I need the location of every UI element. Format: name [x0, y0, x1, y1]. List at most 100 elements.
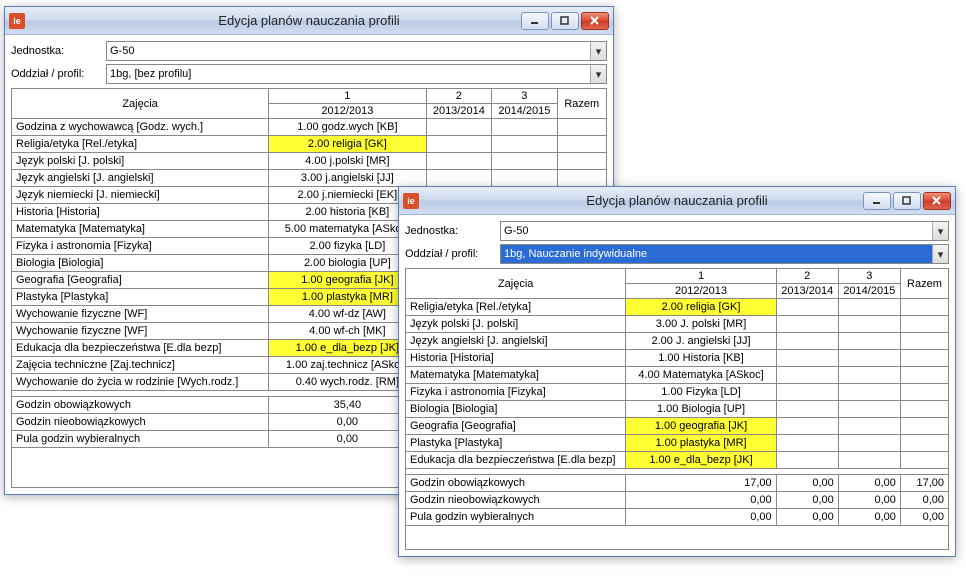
value-cell-year2[interactable] — [776, 333, 838, 350]
value-cell-year2[interactable] — [426, 153, 492, 170]
summary-label: Godzin nieobowiązkowych — [406, 492, 626, 509]
value-cell-year1[interactable]: 1.00 e_dla_bezp [JK] — [626, 452, 776, 469]
value-cell-year1[interactable]: 4.00 Matematyka [ASkoc] — [626, 367, 776, 384]
value-cell-year1[interactable]: 1.00 Fizyka [LD] — [626, 384, 776, 401]
titlebar[interactable]: ie Edycja planów nauczania profili — [399, 187, 955, 215]
value-cell-year3[interactable] — [838, 333, 900, 350]
value-cell-year2[interactable] — [776, 316, 838, 333]
value-cell-year2[interactable] — [776, 384, 838, 401]
col-year1: 1 2012/2013 — [269, 89, 426, 119]
subject-cell: Godzina z wychowawcą [Godz. wych.] — [12, 119, 269, 136]
close-button[interactable] — [581, 12, 609, 30]
value-cell-year3[interactable] — [838, 367, 900, 384]
subject-cell: Wychowanie do życia w rodzinie [Wych.rod… — [12, 374, 269, 391]
table-row[interactable]: Język polski [J. polski]3.00 J. polski [… — [406, 316, 949, 333]
minimize-button[interactable] — [521, 12, 549, 30]
table-row[interactable]: Geografia [Geografia]1.00 geografia [JK] — [406, 418, 949, 435]
table-row[interactable]: Historia [Historia]1.00 Historia [KB] — [406, 350, 949, 367]
value-cell-year2[interactable] — [776, 401, 838, 418]
value-cell-year2[interactable] — [776, 367, 838, 384]
chevron-down-icon: ▾ — [932, 222, 948, 240]
value-cell-year2[interactable] — [776, 350, 838, 367]
table-row[interactable]: Plastyka [Plastyka]1.00 plastyka [MR] — [406, 435, 949, 452]
value-cell-year2[interactable] — [426, 119, 492, 136]
close-button[interactable] — [923, 192, 951, 210]
unit-label: Jednostka: — [11, 45, 106, 57]
value-cell-year1[interactable]: 2.00 religia [GK] — [626, 299, 776, 316]
value-cell-year3[interactable] — [838, 384, 900, 401]
summary-val-year1: 17,00 — [626, 475, 776, 492]
summary-row: Godzin nieobowiązkowych0,000,000,000,00 — [406, 492, 949, 509]
value-cell-year1[interactable]: 4.00 j.polski [MR] — [269, 153, 426, 170]
value-cell-year3[interactable] — [838, 316, 900, 333]
profile-value: 1bg, Nauczanie indywidualne — [504, 248, 647, 260]
titlebar[interactable]: ie Edycja planów nauczania profili — [5, 7, 613, 35]
window-plan-editor-2: ie Edycja planów nauczania profili Jedno… — [398, 186, 956, 557]
table-row[interactable]: Język angielski [J. angielski]2.00 J. an… — [406, 333, 949, 350]
table-row[interactable]: Godzina z wychowawcą [Godz. wych.]1.00 g… — [12, 119, 607, 136]
value-cell-total — [900, 316, 948, 333]
table-row[interactable]: Język angielski [J. angielski]3.00 j.ang… — [12, 170, 607, 187]
maximize-button[interactable] — [551, 12, 579, 30]
subject-cell: Plastyka [Plastyka] — [406, 435, 626, 452]
subject-cell: Fizyka i astronomia [Fizyka] — [12, 238, 269, 255]
table-row[interactable]: Edukacja dla bezpieczeństwa [E.dla bezp]… — [406, 452, 949, 469]
value-cell-year1[interactable]: 3.00 J. polski [MR] — [626, 316, 776, 333]
value-cell-year3[interactable] — [492, 136, 558, 153]
unit-value: G-50 — [110, 45, 134, 57]
value-cell-year3[interactable] — [492, 153, 558, 170]
table-row[interactable]: Religia/etyka [Rel./etyka]2.00 religia [… — [12, 136, 607, 153]
unit-value: G-50 — [504, 225, 528, 237]
table-row[interactable]: Język polski [J. polski]4.00 j.polski [M… — [12, 153, 607, 170]
value-cell-year2[interactable] — [426, 170, 492, 187]
profile-dropdown[interactable]: 1bg, Nauczanie indywidualne ▾ — [500, 244, 949, 264]
chevron-down-icon: ▾ — [932, 245, 948, 263]
value-cell-year1[interactable]: 1.00 plastyka [MR] — [626, 435, 776, 452]
value-cell-total — [900, 452, 948, 469]
summary-row: Pula godzin wybieralnych0,000,000,000,00 — [406, 509, 949, 526]
summary-val-total: 0,00 — [900, 492, 948, 509]
summary-label: Godzin nieobowiązkowych — [12, 414, 269, 431]
value-cell-year2[interactable] — [776, 452, 838, 469]
value-cell-year2[interactable] — [776, 435, 838, 452]
summary-label: Pula godzin wybieralnych — [406, 509, 626, 526]
value-cell-year3[interactable] — [838, 401, 900, 418]
value-cell-year3[interactable] — [838, 418, 900, 435]
value-cell-year3[interactable] — [838, 452, 900, 469]
profile-label: Oddział / profil: — [405, 248, 500, 260]
value-cell-year1[interactable]: 1.00 Historia [KB] — [626, 350, 776, 367]
value-cell-year3[interactable] — [838, 299, 900, 316]
table-row[interactable]: Matematyka [Matematyka]4.00 Matematyka [… — [406, 367, 949, 384]
col-year2: 2 2013/2014 — [426, 89, 492, 119]
col-year3: 3 2014/2015 — [838, 269, 900, 299]
value-cell-year1[interactable]: 2.00 J. angielski [JJ] — [626, 333, 776, 350]
value-cell-year1[interactable]: 1.00 godz.wych [KB] — [269, 119, 426, 136]
value-cell-year1[interactable]: 3.00 j.angielski [JJ] — [269, 170, 426, 187]
subject-cell: Matematyka [Matematyka] — [406, 367, 626, 384]
value-cell-year2[interactable] — [776, 418, 838, 435]
value-cell-year2[interactable] — [426, 136, 492, 153]
unit-dropdown[interactable]: G-50 ▾ — [500, 221, 949, 241]
value-cell-year3[interactable] — [492, 170, 558, 187]
subject-cell: Biologia [Biologia] — [406, 401, 626, 418]
value-cell-year3[interactable] — [838, 350, 900, 367]
table-row[interactable]: Fizyka i astronomia [Fizyka]1.00 Fizyka … — [406, 384, 949, 401]
subject-cell: Religia/etyka [Rel./etyka] — [406, 299, 626, 316]
table-row[interactable]: Religia/etyka [Rel./etyka]2.00 religia [… — [406, 299, 949, 316]
col-year2: 2 2013/2014 — [776, 269, 838, 299]
table-row[interactable]: Biologia [Biologia]1.00 Biologia [UP] — [406, 401, 949, 418]
profile-dropdown[interactable]: 1bg, [bez profilu] ▾ — [106, 64, 607, 84]
subject-cell: Język niemiecki [J. niemiecki] — [12, 187, 269, 204]
value-cell-year1[interactable]: 1.00 Biologia [UP] — [626, 401, 776, 418]
value-cell-year3[interactable] — [492, 119, 558, 136]
subject-cell: Język angielski [J. angielski] — [406, 333, 626, 350]
plan-table: Zajęcia 1 2012/2013 2 2013/2014 3 2014/2… — [405, 268, 949, 526]
value-cell-year1[interactable]: 2.00 religia [GK] — [269, 136, 426, 153]
value-cell-total — [900, 401, 948, 418]
value-cell-year3[interactable] — [838, 435, 900, 452]
value-cell-year1[interactable]: 1.00 geografia [JK] — [626, 418, 776, 435]
minimize-button[interactable] — [863, 192, 891, 210]
maximize-button[interactable] — [893, 192, 921, 210]
value-cell-year2[interactable] — [776, 299, 838, 316]
unit-dropdown[interactable]: G-50 ▾ — [106, 41, 607, 61]
